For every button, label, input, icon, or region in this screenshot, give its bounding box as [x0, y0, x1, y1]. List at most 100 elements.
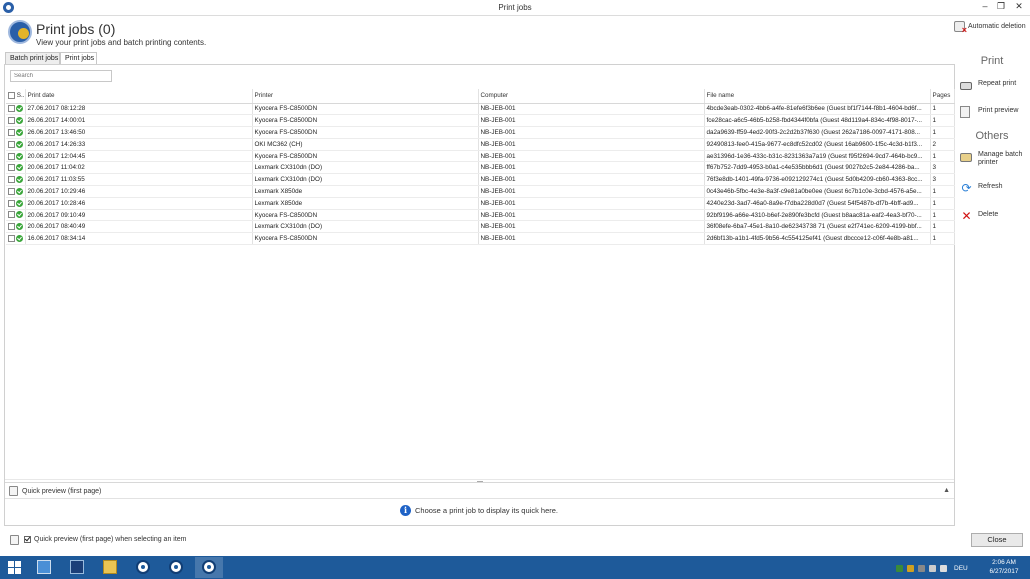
- select-all-checkbox[interactable]: [8, 92, 15, 100]
- refresh-button[interactable]: ⟳ Refresh: [958, 179, 1028, 201]
- quick-preview-on-select-label[interactable]: Quick preview (first page) when selectin…: [34, 536, 187, 543]
- status-ok-icon: [16, 235, 23, 243]
- search-input[interactable]: [10, 70, 112, 82]
- taskbar-file-explorer[interactable]: [96, 557, 124, 578]
- cell-file-name: 4240e23d-3ad7-46a0-8a9e-f7dba228d0d7 (Gu…: [704, 197, 931, 210]
- table-row[interactable]: 16.06.2017 08:34:14 Kyocera FS-C8500DN NB-…: [6, 232, 955, 246]
- status-ok-icon: [16, 176, 23, 184]
- start-button[interactable]: [8, 561, 22, 575]
- tray-monitor-icon[interactable]: [918, 565, 925, 572]
- table-row[interactable]: 20.06.2017 14:26:33 OKI MC362 (CH) NB-JEB-…: [6, 138, 955, 151]
- print-preview-button[interactable]: Print preview: [958, 103, 1028, 125]
- language-indicator[interactable]: DEU: [954, 565, 968, 572]
- row-checkbox[interactable]: [8, 164, 15, 172]
- row-status-cell[interactable]: [6, 103, 26, 116]
- close-window-button[interactable]: ✕: [1012, 1, 1026, 12]
- row-status-cell[interactable]: [6, 161, 26, 175]
- table-row[interactable]: 26.06.2017 13:46:50 Kyocera FS-C8500DN NB-…: [6, 126, 955, 139]
- taskbar-server-manager[interactable]: [30, 557, 58, 578]
- table-row[interactable]: 20.06.2017 09:10:49 Kyocera FS-C8500DN NB-…: [6, 209, 955, 222]
- repeat-print-button[interactable]: Repeat print: [958, 76, 1028, 98]
- row-checkbox[interactable]: [8, 235, 15, 243]
- network-icon[interactable]: [929, 565, 936, 572]
- row-status-cell[interactable]: [6, 150, 26, 163]
- row-status-cell[interactable]: [6, 138, 26, 151]
- taskbar-app-1[interactable]: [129, 557, 157, 578]
- cell-file-name: 92bf9196-a66e-4310-b6ef-2e890fe3bcfd (Gu…: [704, 209, 931, 222]
- refresh-icon: ⟳: [961, 181, 972, 195]
- volume-icon[interactable]: [940, 565, 947, 572]
- row-status-cell[interactable]: [6, 209, 26, 222]
- quick-preview-message-text: Choose a print job to display its quick …: [415, 506, 558, 515]
- info-icon: i: [400, 505, 411, 516]
- print-jobs-logo-icon: [8, 20, 32, 44]
- tray-app-icon[interactable]: [896, 565, 903, 572]
- cell-pages: 1: [930, 209, 955, 222]
- delete-button[interactable]: ✕ Delete: [958, 207, 1028, 229]
- cell-file-name: da2a9639-ff59-4ed2-90f3-2c2d2b37f630 (Gu…: [704, 126, 931, 139]
- tray-security-icon[interactable]: [907, 565, 914, 572]
- cell-printer: Kyocera FS-C8500DN: [252, 126, 479, 139]
- row-checkbox[interactable]: [8, 176, 15, 184]
- automatic-deletion-button[interactable]: Automatic deletion: [952, 21, 1028, 35]
- row-status-cell[interactable]: [6, 126, 26, 139]
- printer-icon: [960, 82, 972, 90]
- quick-preview-small-icon: [10, 535, 19, 545]
- row-checkbox[interactable]: [8, 140, 15, 148]
- sidebar-heading-others: Others: [975, 130, 1009, 142]
- row-status-cell[interactable]: [6, 173, 26, 187]
- manage-batch-printer-button[interactable]: Manage batch printer: [958, 148, 1028, 170]
- collapse-caret-icon[interactable]: ▲: [943, 487, 950, 494]
- row-checkbox[interactable]: [8, 211, 15, 219]
- refresh-label: Refresh: [978, 183, 1003, 190]
- table-row[interactable]: 20.06.2017 08:40:49 Lexmark CX310dn (DO) N…: [6, 220, 955, 234]
- row-status-cell[interactable]: [6, 197, 26, 210]
- print-preview-label: Print preview: [978, 107, 1019, 114]
- column-header-pages[interactable]: Pages: [930, 89, 955, 104]
- clock-date[interactable]: 6/27/2017: [984, 568, 1024, 575]
- cell-print-date: 20.06.2017 12:04:45: [25, 150, 253, 163]
- clock-time[interactable]: 2:06 AM: [984, 559, 1024, 566]
- row-checkbox[interactable]: [8, 199, 15, 207]
- row-checkbox[interactable]: [8, 187, 15, 195]
- row-status-cell[interactable]: [6, 114, 26, 128]
- minimize-button[interactable]: –: [978, 1, 992, 11]
- row-checkbox[interactable]: [8, 128, 15, 136]
- row-status-cell[interactable]: [6, 232, 26, 246]
- cell-pages: 1: [930, 220, 955, 234]
- cell-computer: NB-JEB-001: [478, 138, 705, 151]
- cell-file-name: 4bcde3eab-0302-4bb6-a4fe-81efe6f3b6ee (G…: [704, 103, 931, 116]
- quick-preview-on-select-checkbox[interactable]: [24, 536, 31, 543]
- table-row[interactable]: 20.06.2017 12:04:45 Kyocera FS-C8500DN NB-…: [6, 150, 955, 163]
- delete-label: Delete: [978, 211, 999, 218]
- row-status-cell[interactable]: [6, 185, 26, 198]
- table-row[interactable]: 20.06.2017 11:04:02 Lexmark CX310dn (DO) N…: [6, 161, 955, 175]
- status-ok-icon: [16, 211, 23, 219]
- row-status-cell[interactable]: [6, 220, 26, 234]
- taskbar-powershell[interactable]: [63, 557, 91, 578]
- column-header-print-date[interactable]: Print date: [25, 89, 253, 104]
- row-checkbox[interactable]: [8, 105, 15, 113]
- quick-preview-icon: [9, 486, 18, 496]
- row-checkbox[interactable]: [8, 117, 15, 125]
- row-checkbox[interactable]: [8, 223, 15, 231]
- cell-pages: 1: [930, 150, 955, 163]
- table-row[interactable]: 20.06.2017 10:28:46 Lexmark X850de NB-JEB-…: [6, 197, 955, 210]
- close-button[interactable]: Close: [971, 533, 1023, 547]
- column-header-file-name[interactable]: File name: [704, 89, 931, 104]
- tab-batch-print-jobs[interactable]: Batch print jobs: [5, 52, 60, 64]
- column-header-status[interactable]: S..: [6, 89, 26, 104]
- table-row[interactable]: 20.06.2017 10:29:46 Lexmark X850de NB-JEB-…: [6, 185, 955, 198]
- taskbar-app-3[interactable]: [195, 557, 223, 578]
- restore-button[interactable]: ❐: [994, 1, 1008, 12]
- taskbar-app-2[interactable]: [162, 557, 190, 578]
- table-row[interactable]: 26.06.2017 14:00:01 Kyocera FS-C8500DN NB-…: [6, 114, 955, 128]
- table-row[interactable]: 20.06.2017 11:03:55 Lexmark CX310dn (DO) N…: [6, 173, 955, 187]
- quick-preview-header[interactable]: Quick preview (first page) ▲: [5, 482, 954, 499]
- quick-preview-title: Quick preview (first page): [22, 488, 102, 495]
- column-header-computer[interactable]: Computer: [478, 89, 705, 104]
- column-header-printer[interactable]: Printer: [252, 89, 479, 104]
- status-ok-icon: [16, 223, 23, 231]
- table-row[interactable]: 27.06.2017 08:12:28 Kyocera FS-C8500DN NB-…: [6, 103, 955, 116]
- row-checkbox[interactable]: [8, 152, 15, 160]
